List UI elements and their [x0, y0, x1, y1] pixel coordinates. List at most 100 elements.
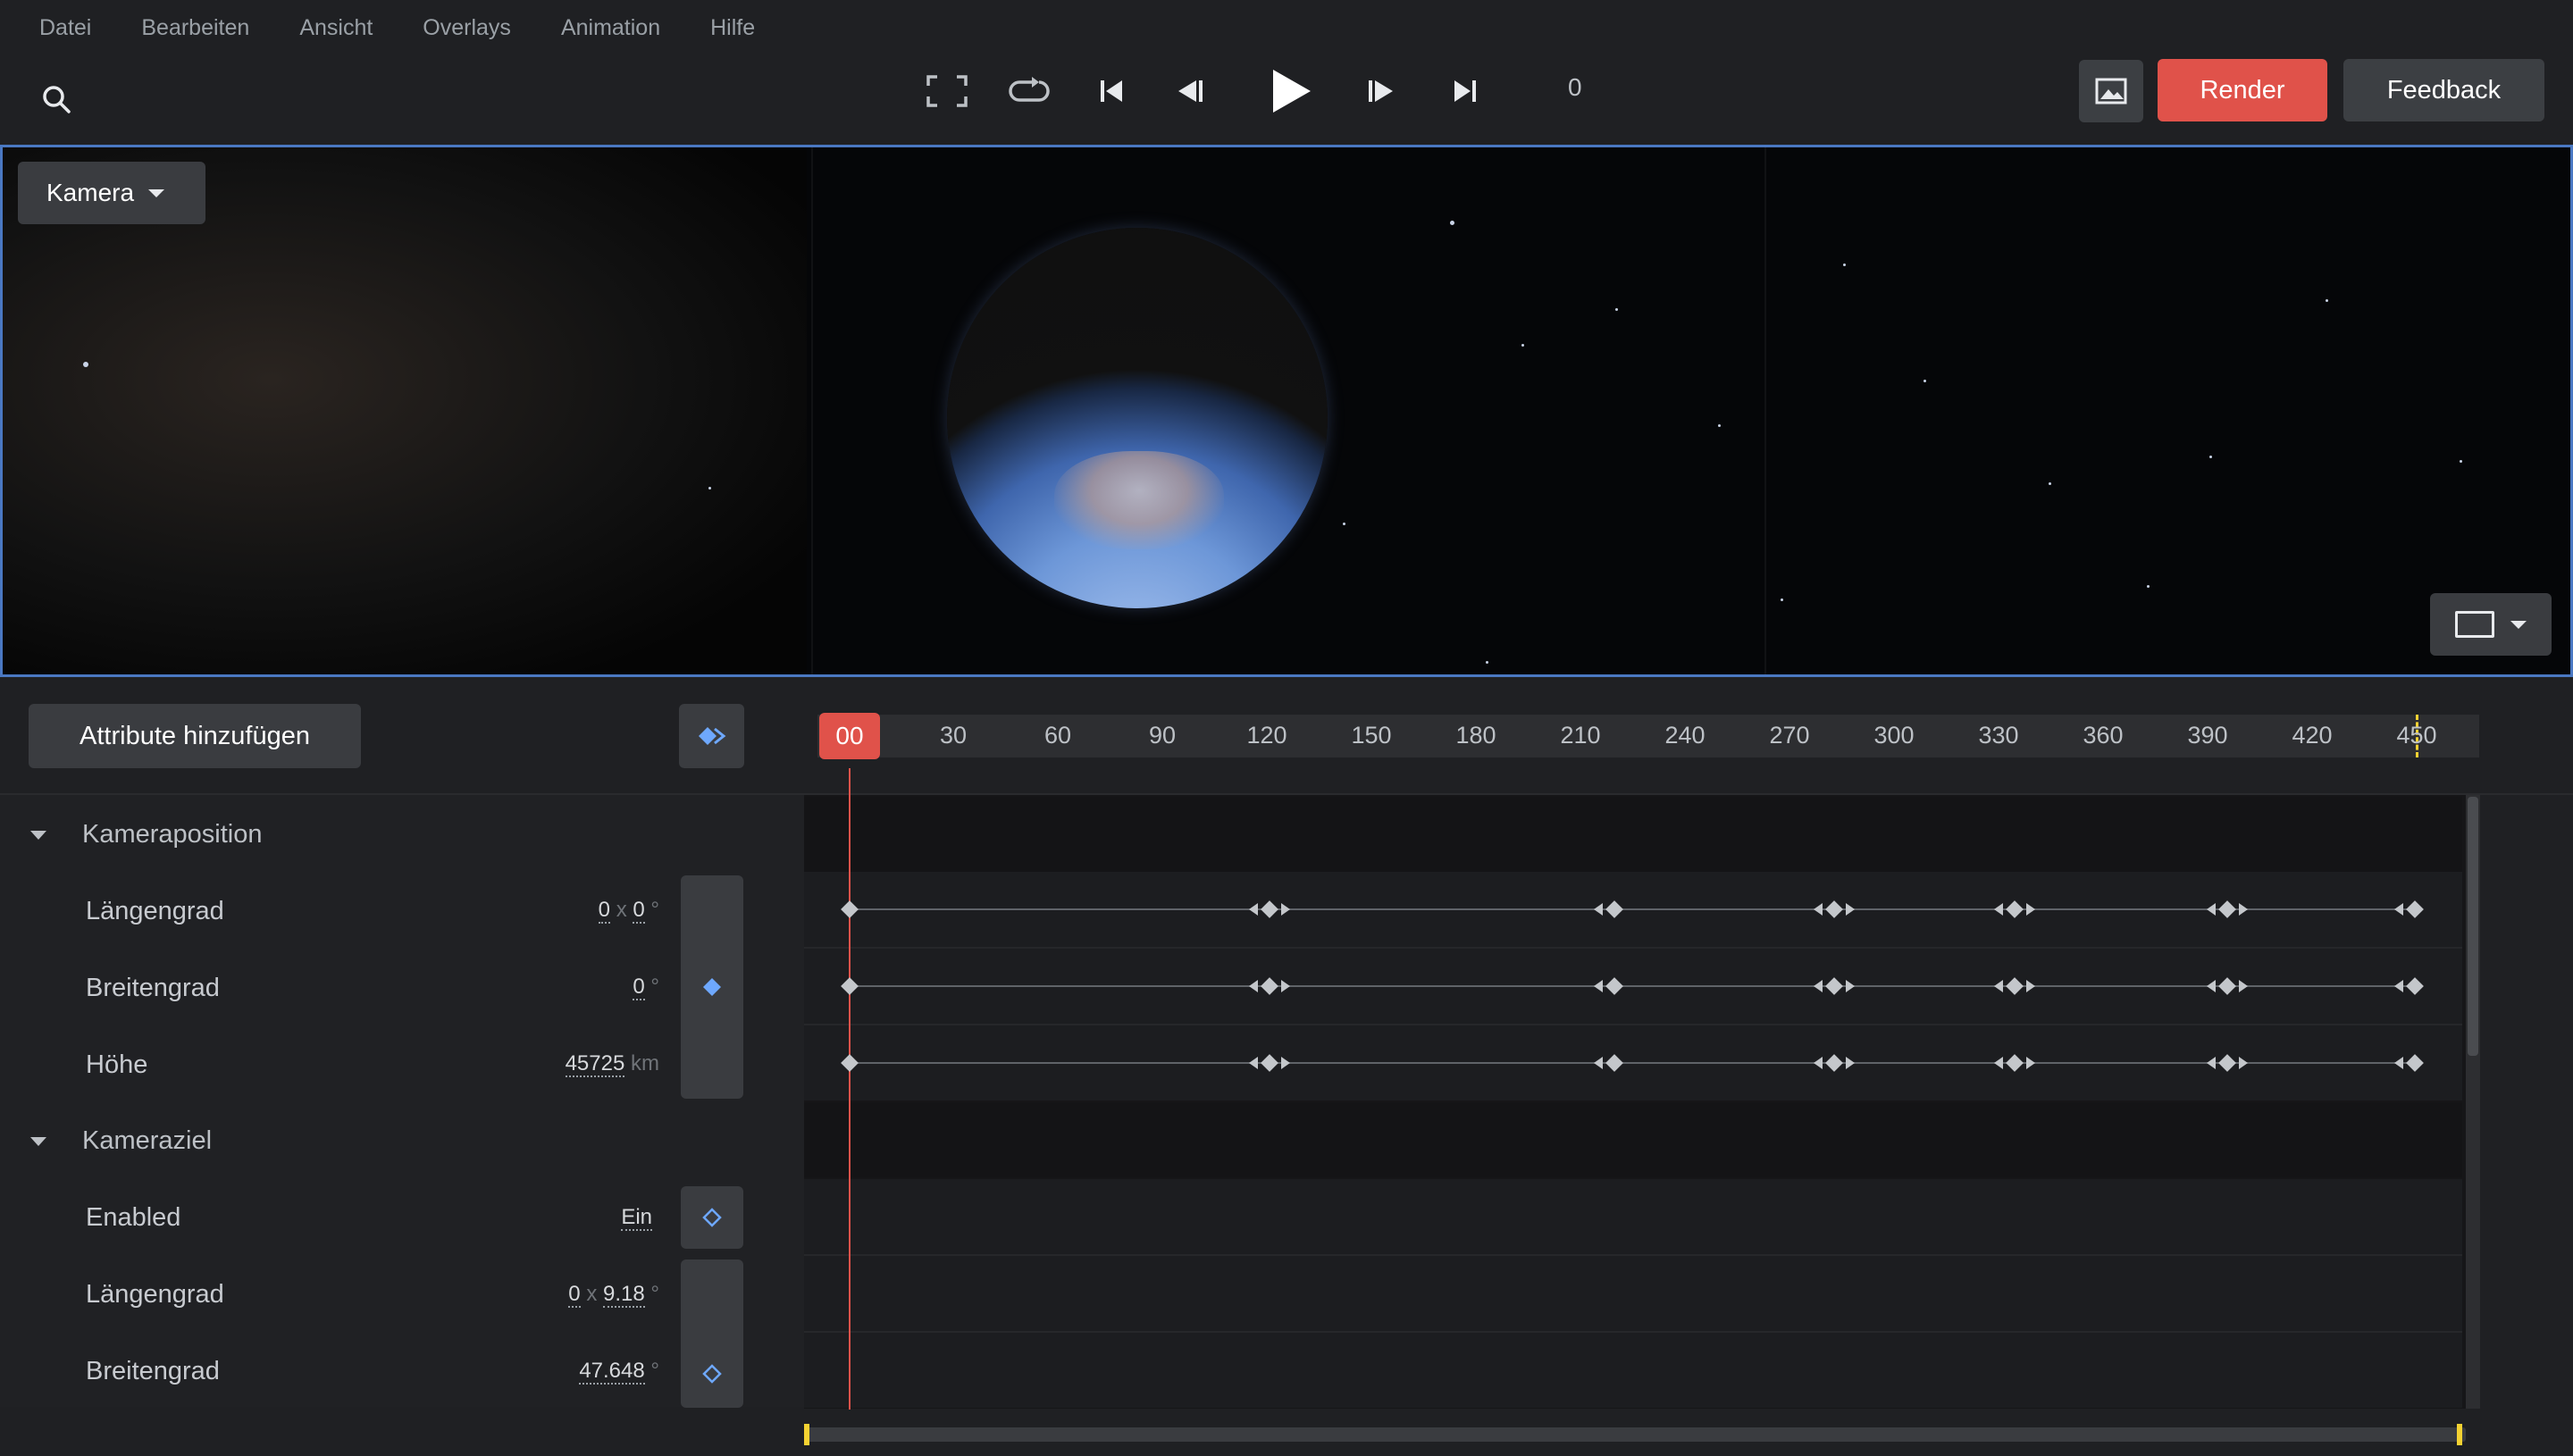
keyframe-toggle-camera-position[interactable] [681, 875, 743, 1099]
target-latitude-value[interactable]: 47.648 ° [554, 1359, 659, 1385]
step-forward-icon[interactable] [1362, 71, 1401, 111]
longitude-value[interactable]: 0 x 0 ° [579, 898, 659, 924]
target-latitude-label: Breitengrad [86, 1357, 220, 1385]
step-back-icon[interactable] [1170, 71, 1210, 111]
render-button[interactable]: Render [2158, 59, 2327, 121]
collapse-icon[interactable] [30, 831, 46, 840]
track-divider [804, 1331, 2462, 1333]
track-target-longitude[interactable] [804, 1256, 2462, 1331]
ease-in-handle[interactable] [2394, 1057, 2403, 1069]
skip-start-icon[interactable] [1092, 71, 1131, 111]
section-camera-position[interactable]: Kameraposition [82, 820, 263, 849]
globe-viewport[interactable] [0, 145, 2573, 677]
ease-in-handle[interactable] [1994, 903, 2003, 916]
ease-out-handle[interactable] [1846, 1057, 1855, 1069]
star [2460, 460, 2462, 463]
ruler-tick-label: 60 [1043, 722, 1072, 749]
longitude-label: Längengrad [86, 897, 224, 925]
ease-in-handle[interactable] [2207, 903, 2216, 916]
ease-out-handle[interactable] [1281, 903, 1290, 916]
ease-in-handle[interactable] [1814, 903, 1823, 916]
range-end-handle[interactable] [2457, 1424, 2462, 1445]
menu-ansicht[interactable]: Ansicht [299, 15, 373, 41]
loop-icon[interactable] [1004, 70, 1054, 113]
ease-in-handle[interactable] [1814, 980, 1823, 992]
ease-out-handle[interactable] [2239, 1057, 2248, 1069]
ruler-tick-label: 150 [1351, 722, 1392, 749]
menu-overlays[interactable]: Overlays [423, 15, 511, 41]
track-target-latitude[interactable] [804, 1333, 2462, 1408]
star [1521, 344, 1524, 347]
ease-out-handle[interactable] [2239, 980, 2248, 992]
menu-animation[interactable]: Animation [561, 15, 660, 41]
guide-line [1764, 147, 1766, 674]
keyframe-toggle-target[interactable] [681, 1259, 743, 1408]
ease-in-handle[interactable] [1994, 1057, 2003, 1069]
ease-in-handle[interactable] [1994, 980, 2003, 992]
keyframe-icon [703, 978, 721, 996]
skip-end-icon[interactable] [1446, 71, 1485, 111]
add-attributes-button[interactable]: Attribute hinzufügen [29, 704, 361, 768]
ease-out-handle[interactable] [2026, 980, 2035, 992]
ease-in-handle[interactable] [1249, 903, 1258, 916]
ease-in-handle[interactable] [1249, 980, 1258, 992]
ruler-tick-label: 90 [1148, 722, 1177, 749]
aspect-ratio-dropdown[interactable] [2430, 593, 2552, 656]
ruler-tick-label: 390 [2187, 722, 2228, 749]
range-start-handle[interactable] [804, 1424, 809, 1445]
menu-bearbeiten[interactable]: Bearbeiten [141, 15, 249, 41]
camera-dropdown[interactable]: Kamera [18, 162, 205, 224]
altitude-value[interactable]: 45725 km [536, 1051, 659, 1077]
playhead-marker[interactable]: 00 [819, 713, 880, 759]
keyframe-interpolation-line [851, 985, 2416, 987]
menu-hilfe[interactable]: Hilfe [710, 15, 755, 41]
play-icon[interactable] [1264, 64, 1318, 118]
ruler-tick-label: 360 [2083, 722, 2124, 749]
star [708, 487, 711, 490]
timeline-range-bar[interactable] [804, 1427, 2466, 1442]
target-longitude-label: Längengrad [86, 1280, 224, 1309]
ruler-tick-label: 300 [1873, 722, 1915, 749]
ease-out-handle[interactable] [1846, 903, 1855, 916]
collapse-icon[interactable] [30, 1137, 46, 1146]
ease-out-handle[interactable] [2026, 1057, 2035, 1069]
enabled-label: Enabled [86, 1203, 181, 1232]
feedback-button[interactable]: Feedback [2343, 59, 2544, 121]
target-longitude-value[interactable]: 0 x 9.18 ° [545, 1282, 659, 1308]
section-camera-target[interactable]: Kameraziel [82, 1126, 212, 1156]
latitude-value[interactable]: 0 ° [616, 975, 659, 1000]
ease-out-handle[interactable] [2239, 903, 2248, 916]
frame-counter[interactable]: 0 [1568, 73, 1582, 102]
ease-in-handle[interactable] [2207, 980, 2216, 992]
aspect-ratio-icon [2455, 611, 2494, 638]
star [1450, 221, 1454, 225]
star [1615, 308, 1618, 311]
menu-datei[interactable]: Datei [39, 15, 91, 41]
vertical-scroll-thumb[interactable] [2468, 797, 2478, 1056]
ruler-tick-label: 30 [939, 722, 968, 749]
search-icon[interactable] [36, 79, 77, 120]
keyframe-nav-button[interactable] [679, 704, 744, 768]
ease-in-handle[interactable] [2207, 1057, 2216, 1069]
ease-in-handle[interactable] [2394, 903, 2403, 916]
ease-in-handle[interactable] [1814, 1057, 1823, 1069]
enabled-value[interactable]: Ein [590, 1205, 652, 1231]
ease-out-handle[interactable] [2026, 903, 2035, 916]
star [2147, 585, 2150, 588]
ease-in-handle[interactable] [1249, 1057, 1258, 1069]
keyframe-toggle-enabled[interactable] [681, 1186, 743, 1249]
track-enabled[interactable] [804, 1179, 2462, 1254]
fullscreen-icon[interactable] [924, 71, 970, 111]
ease-in-handle[interactable] [1594, 903, 1603, 916]
ease-out-handle[interactable] [1281, 1057, 1290, 1069]
ease-in-handle[interactable] [2394, 980, 2403, 992]
image-export-button[interactable] [2079, 60, 2143, 122]
ease-in-handle[interactable] [1594, 980, 1603, 992]
ruler-tick-label: 420 [2292, 722, 2333, 749]
ease-out-handle[interactable] [1281, 980, 1290, 992]
ease-out-handle[interactable] [1846, 980, 1855, 992]
ease-in-handle[interactable] [1594, 1057, 1603, 1069]
star [1843, 264, 1846, 266]
ruler-tick-label: 120 [1246, 722, 1287, 749]
keyframe-interpolation-line [851, 908, 2416, 910]
